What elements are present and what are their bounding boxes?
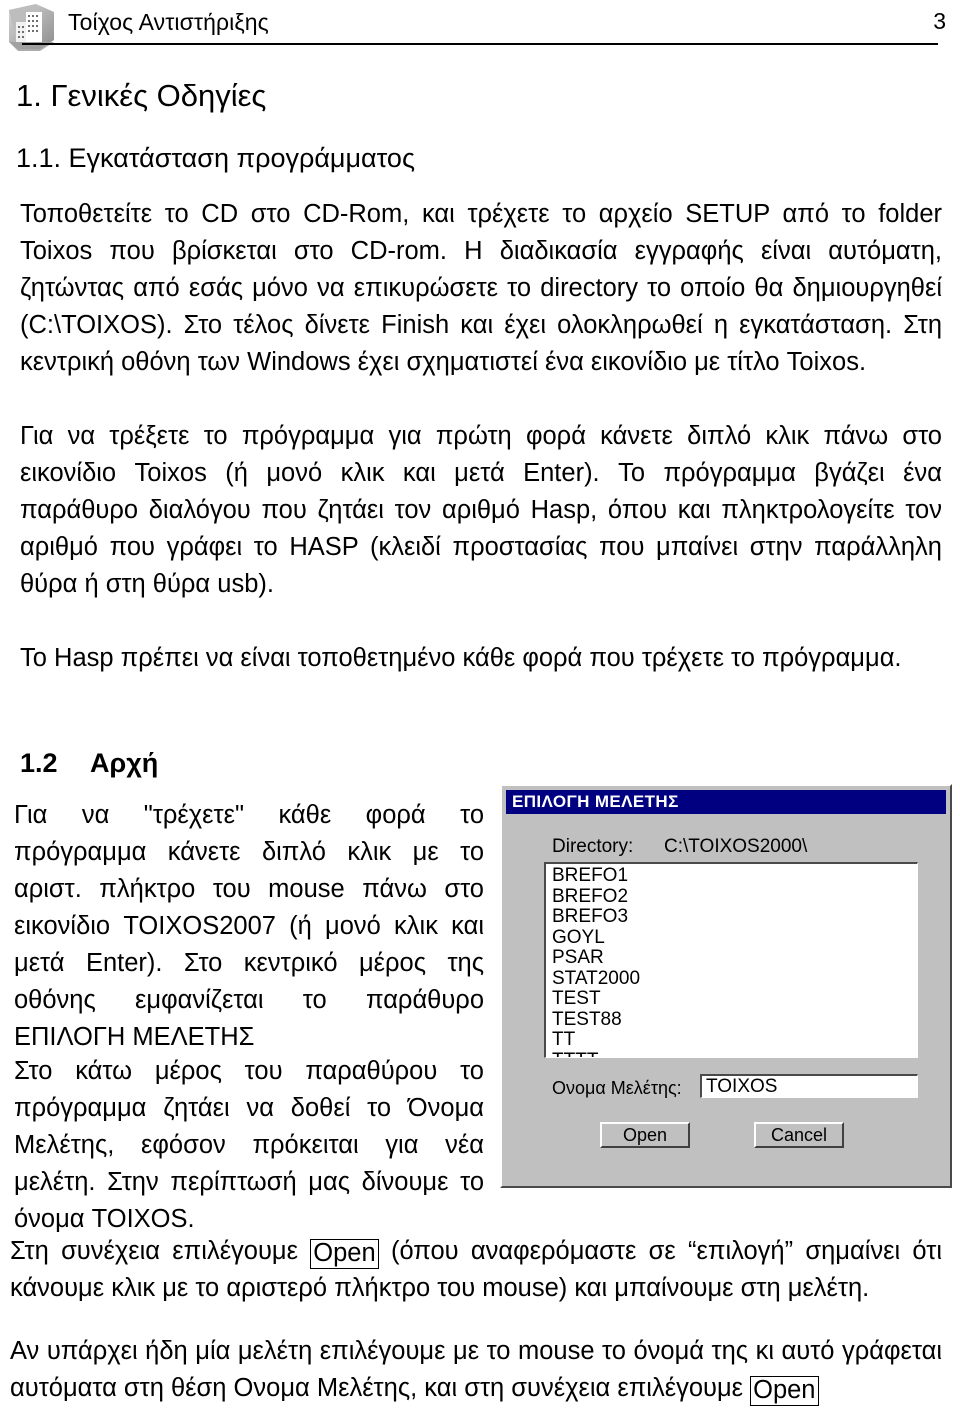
header-title: Τοίχος Αντιστήριξης (68, 9, 269, 35)
epilogi-meletis-dialog[interactable]: ΕΠΙΛΟΓΗ ΜΕΛΕΤΗΣ Directory: C:\TOIXOS2000… (500, 784, 952, 1188)
paragraph-install-1: Τοποθετείτε το CD στο CD-Rom, και τρέχετ… (20, 200, 942, 376)
dialog-titlebar: ΕΠΙΛΟΓΗ ΜΕΛΕΤΗΣ (506, 790, 946, 814)
list-item[interactable]: BREFO1 (552, 865, 917, 887)
paragraph-install-2: Για να τρέξετε το πρόγραμμα για πρώτη φο… (20, 422, 942, 598)
heading-section-1-1: 1.1. Εγκατάσταση προγράμματος (16, 143, 415, 173)
list-item[interactable]: TEST88 (552, 1009, 917, 1031)
open-keyword-box-2[interactable]: Open (750, 1376, 819, 1406)
list-item[interactable]: TT (552, 1029, 917, 1051)
heading-section-1-2-title: Αρχή (90, 748, 159, 778)
open-line-pre: Στη συνέχεια επιλέγουμε (10, 1237, 311, 1265)
open-button[interactable]: Open (600, 1122, 690, 1148)
heading-section-1: 1. Γενικές Οδηγίες (16, 78, 267, 113)
header-divider (22, 43, 938, 45)
open-keyword-box[interactable]: Open (310, 1239, 379, 1269)
paragraph-start-1: Για να "τρέχετε" κάθε φορά το πρόγραμμα … (14, 801, 484, 1051)
heading-section-1-2-number: 1.2 (20, 748, 58, 778)
paragraph-open-selection: Στη συνέχεια επιλέγουμε Open (όπου αναφε… (10, 1233, 942, 1307)
paragraph-install-3: Το Hasp πρέπει να είναι τοποθετημένο κάθ… (20, 644, 902, 672)
directory-value: C:\TOIXOS2000\ (664, 836, 808, 857)
list-item[interactable]: PSAR (552, 947, 917, 969)
study-name-label: Ονομα Μελέτης: (552, 1078, 682, 1098)
list-item[interactable]: BREFO3 (552, 906, 917, 928)
page-number: 3 (933, 8, 946, 34)
paragraph-existing-study: Αν υπάρχει ήδη μία μελέτη επιλέγουμε με … (10, 1333, 942, 1407)
document-page: Τοίχος Αντιστήριξης 3 1. Γενικές Οδηγίες… (0, 0, 960, 1426)
list-item[interactable]: TEST (552, 988, 917, 1010)
study-name-input[interactable]: TOIXOS (700, 1074, 918, 1098)
page-header: Τοίχος Αντιστήριξης 3 (0, 0, 960, 52)
cancel-button[interactable]: Cancel (754, 1122, 844, 1148)
paragraph-start-2: Στο κάτω μέρος του παραθύρου το πρόγραμμ… (14, 1057, 484, 1233)
study-listbox[interactable]: BREFO1 BREFO2 BREFO3 GOYL PSAR STAT2000 … (544, 862, 918, 1058)
list-item[interactable]: BREFO2 (552, 886, 917, 908)
list-item[interactable]: TTTT (552, 1050, 917, 1057)
list-item[interactable]: GOYL (552, 927, 917, 949)
directory-label: Directory: (552, 836, 634, 857)
list-item[interactable]: STAT2000 (552, 968, 917, 990)
